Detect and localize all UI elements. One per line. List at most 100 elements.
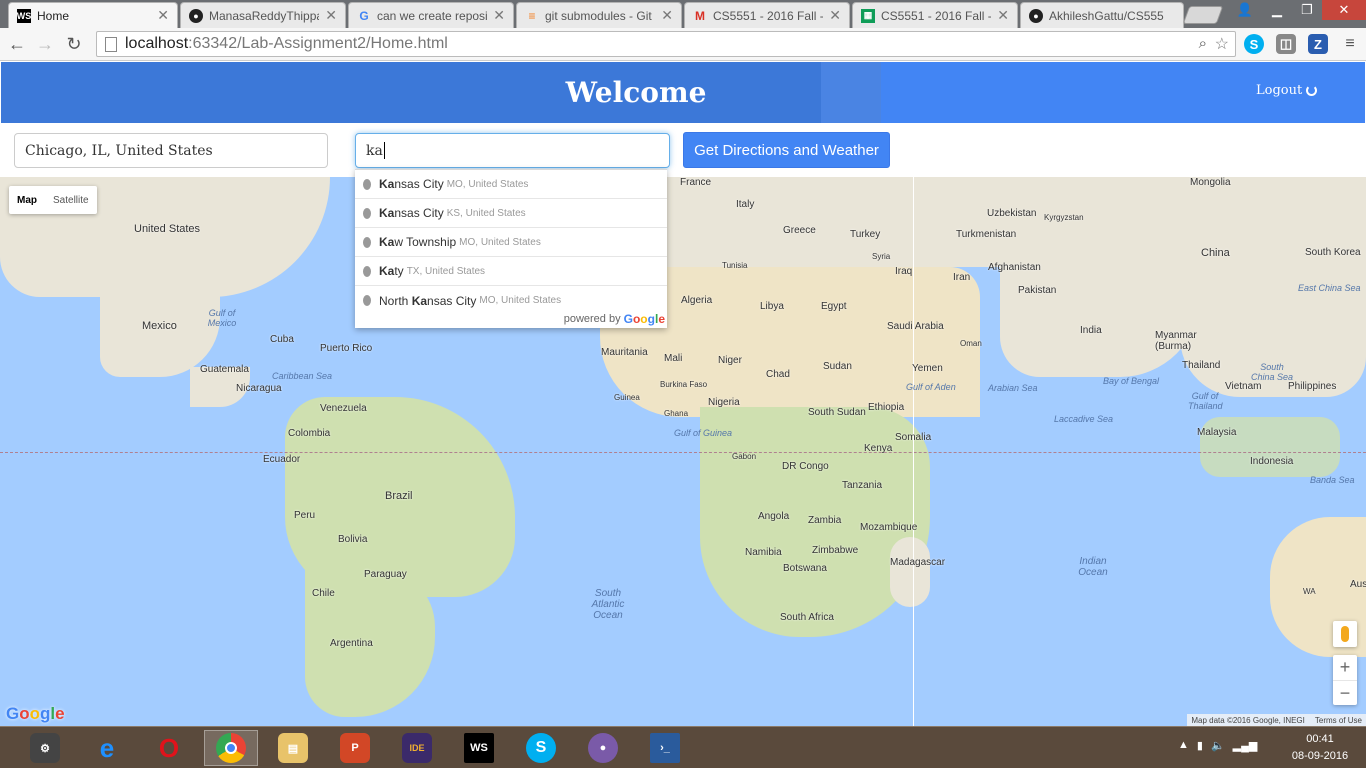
tab-gmail[interactable]: M CS5551 - 2016 Fall - ✕ [684, 2, 850, 28]
menu-icon[interactable]: ≡ [1340, 34, 1360, 54]
location-pin-icon [363, 295, 371, 306]
origin-input[interactable]: Chicago, IL, United States [14, 133, 328, 168]
google-icon: G [359, 8, 369, 23]
sea-label: South China Sea [1250, 362, 1294, 382]
map-label: Tunisia [722, 261, 748, 270]
tab-stackoverflow[interactable]: ≡ git submodules - Git ✕ [516, 2, 682, 28]
taskbar-item-powerpoint[interactable]: P [328, 730, 382, 766]
map-label: Malaysia [1197, 427, 1237, 438]
map-label: Guinea [614, 393, 640, 402]
network-signal-icon[interactable]: ▂▄▆ [1233, 739, 1258, 752]
stackoverflow-icon: ≡ [528, 8, 536, 23]
autocomplete-suggestion[interactable]: Ka nsas City MO, United States [355, 170, 667, 199]
battery-icon[interactable]: ▮ [1197, 739, 1203, 752]
taskbar-item-skype[interactable]: S [514, 730, 568, 766]
close-icon[interactable]: ✕ [325, 7, 337, 24]
address-bar[interactable]: localhost :63342/Lab-Assignment2/Home.ht… [96, 31, 1236, 57]
logout-link[interactable]: Logout [1256, 83, 1318, 98]
windows-taskbar: ⚙ e O ▤ P IDE WS S ● ›_ ▲ ▮ 🔈 ▂▄▆ 00:41 … [0, 726, 1366, 768]
zoom-out-button[interactable]: − [1333, 680, 1357, 705]
map-label: Turkey [850, 229, 881, 240]
google-logo[interactable]: Google [6, 704, 65, 724]
destination-input[interactable]: ka [355, 133, 670, 168]
sea-label: Bay of Bengal [1103, 376, 1160, 386]
map-type-satellite-button[interactable]: Satellite [45, 186, 97, 214]
internet-explorer-icon: e [99, 732, 115, 763]
suggestion-text: w Township [394, 235, 457, 249]
volume-icon[interactable]: 🔈 [1211, 739, 1225, 752]
tab-github-akhilesh[interactable]: ● AkhileshGattu/CS555 [1020, 2, 1184, 28]
taskbar-item-webstorm[interactable]: WS [452, 730, 506, 766]
map-label: Thailand [1182, 360, 1221, 371]
suggestion-match: Ka [379, 264, 395, 278]
get-directions-weather-button[interactable]: Get Directions and Weather [683, 132, 890, 168]
taskbar-item-explorer[interactable]: ▤ [266, 730, 320, 766]
close-icon[interactable]: ✕ [661, 7, 673, 24]
taskbar-item-powershell[interactable]: ›_ [638, 730, 692, 766]
map-label: Ethiopia [868, 402, 905, 413]
tray-expand-icon[interactable]: ▲ [1178, 739, 1189, 752]
autocomplete-suggestion[interactable]: Ka ty TX, United States [355, 257, 667, 286]
suggestion-text: nsas City [394, 177, 444, 191]
suggestion-secondary: KS, United States [446, 207, 526, 219]
taskbar-item-chrome[interactable] [204, 730, 258, 766]
taskbar-item-eclipse[interactable]: IDE [390, 730, 444, 766]
eclipse-javaee-icon: IDE [402, 733, 432, 763]
gmail-icon: M [695, 8, 705, 23]
minimize-button[interactable]: ▁ [1262, 0, 1292, 20]
tab-github-manasa[interactable]: ● ManasaReddyThippa ✕ [180, 2, 346, 28]
taskbar-item-ie[interactable]: e [80, 730, 134, 766]
zoom-magnifier-icon[interactable]: ⌕ [1199, 35, 1207, 52]
forward-arrow-icon[interactable]: → [35, 34, 55, 54]
map-label: Burkina Faso [660, 380, 708, 389]
extension-icon[interactable]: ◫ [1276, 34, 1296, 54]
back-arrow-icon[interactable]: ← [7, 34, 27, 54]
sea-label: South Atlantic Ocean [591, 588, 625, 621]
map-label: Vietnam [1225, 381, 1262, 392]
opera-icon: O [158, 732, 180, 763]
skype-icon: S [526, 733, 556, 763]
equator-line [0, 452, 1366, 453]
new-tab-button[interactable] [1182, 6, 1224, 24]
taskbar-clock[interactable]: 00:41 08-09-2016 [1290, 731, 1350, 765]
taskbar-item-github[interactable]: ● [576, 730, 630, 766]
indonesia-land [1200, 417, 1340, 477]
map-label: Puerto Rico [320, 343, 373, 354]
autocomplete-suggestion[interactable]: Ka w Township MO, United States [355, 228, 667, 257]
window-close-button[interactable]: ✕ [1322, 0, 1366, 20]
z-extension-icon[interactable]: Z [1308, 34, 1328, 54]
map-label: Myanmar (Burma) [1155, 330, 1197, 352]
suggestion-match: Ka [379, 206, 395, 220]
powered-by-google: powered by Google [564, 312, 665, 326]
madagascar-land [890, 537, 930, 607]
tab-home[interactable]: WS Home ✕ [8, 2, 178, 28]
reload-icon[interactable]: ↻ [64, 34, 84, 54]
close-icon[interactable]: ✕ [997, 7, 1009, 24]
street-view-pegman-icon[interactable] [1333, 621, 1357, 647]
map-type-control: Map Satellite [9, 186, 97, 214]
taskbar-item-start[interactable]: ⚙ [18, 730, 72, 766]
close-icon[interactable]: ✕ [157, 7, 169, 24]
tab-sheets[interactable]: ▦ CS5551 - 2016 Fall - ✕ [852, 2, 1018, 28]
restore-button[interactable]: ❐ [1292, 0, 1322, 20]
map-data-credit: Map data ©2016 Google, INEGI [1191, 715, 1305, 725]
powered-by-google-logo: Google [623, 312, 665, 326]
taskbar-item-opera[interactable]: O [142, 730, 196, 766]
map-label: Mongolia [1190, 177, 1231, 188]
autocomplete-suggestion[interactable]: Ka nsas City KS, United States [355, 199, 667, 228]
close-icon[interactable]: ✕ [493, 7, 505, 24]
user-icon[interactable]: 👤 [1232, 0, 1258, 20]
sea-label: Caribbean Sea [272, 371, 333, 381]
zoom-in-button[interactable]: + [1333, 655, 1357, 680]
terms-of-use-link[interactable]: Terms of Use [1315, 716, 1362, 725]
bookmark-star-icon[interactable]: ☆ [1215, 34, 1229, 54]
close-icon[interactable]: ✕ [829, 7, 841, 24]
zoom-control: + − [1333, 655, 1357, 705]
map-label: Zimbabwe [812, 545, 859, 556]
map[interactable]: United States Mexico Cuba Puerto Rico Gu… [0, 177, 1366, 726]
map-type-map-button[interactable]: Map [9, 186, 45, 214]
map-label: Namibia [745, 547, 782, 558]
autocomplete-suggestion[interactable]: North Ka nsas City MO, United States [355, 286, 667, 315]
skype-extension-icon[interactable]: S [1244, 34, 1264, 54]
tab-google-search[interactable]: G can we create reposit ✕ [348, 2, 514, 28]
